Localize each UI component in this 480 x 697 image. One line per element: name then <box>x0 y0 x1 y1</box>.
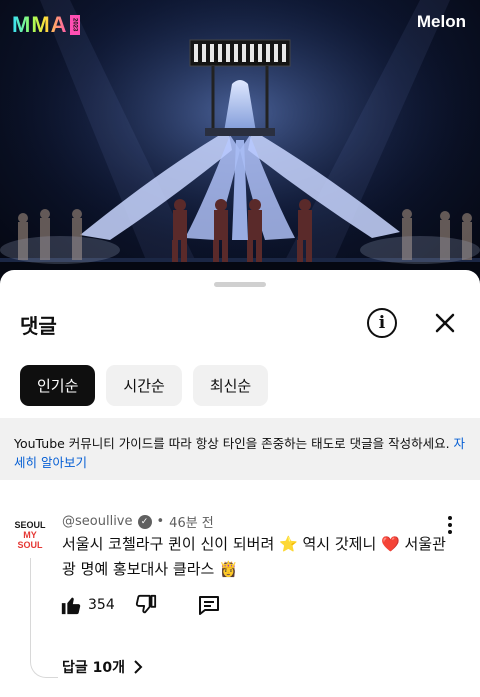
comment-meta: @seoullive ✓ • 46분 전 <box>62 512 214 531</box>
like-count: 354 <box>88 597 115 613</box>
info-icon[interactable]: i <box>367 308 397 338</box>
reply-button[interactable] <box>197 594 221 616</box>
mma-logo: MMA 2023 <box>12 12 80 38</box>
comments-sheet: 댓글 i 인기순 시간순 최신순 YouTube 커뮤니티 가이드를 따라 항상… <box>0 270 480 697</box>
drag-handle[interactable] <box>214 282 266 287</box>
chip-time[interactable]: 시간순 <box>106 365 182 406</box>
mma-logo-text: MMA <box>12 12 68 37</box>
video-player[interactable]: MMA 2023 Melon <box>0 0 480 285</box>
comment-author[interactable]: @seoullive <box>62 514 133 529</box>
thumbs-up-icon <box>61 597 81 615</box>
thread-line <box>30 558 58 678</box>
avatar-line-1: SEOUL <box>14 520 46 530</box>
melon-logo: Melon <box>416 12 466 31</box>
dislike-button[interactable] <box>135 594 157 616</box>
comment-item: SEOUL MY SOUL @seoullive ✓ • 46분 전 서울시 코… <box>0 500 480 697</box>
chevron-right-icon <box>134 660 143 674</box>
community-guide-notice: YouTube 커뮤니티 가이드를 따라 항상 타인을 존중하는 태도로 댓글을… <box>0 418 480 480</box>
sort-chips: 인기순 시간순 최신순 <box>20 365 269 406</box>
avatar[interactable]: SEOUL MY SOUL <box>14 514 46 550</box>
reply-icon <box>198 596 219 615</box>
notice-text: YouTube 커뮤니티 가이드를 따라 항상 타인을 존중하는 태도로 댓글을… <box>14 436 454 451</box>
replies-label: 답글 10개 <box>62 660 125 676</box>
stage-scene <box>0 0 480 285</box>
replies-toggle[interactable]: 답글 10개 <box>62 657 143 677</box>
thumbs-down-icon <box>135 594 156 614</box>
close-glyph <box>435 313 455 333</box>
comment-text: 서울시 코첼라구 퀸이 신이 되버려 ⭐ 역시 갓제니 ❤️ 서울관광 명예 홍… <box>62 535 446 578</box>
verified-icon: ✓ <box>137 514 152 529</box>
comment-actions: 354 <box>60 594 221 616</box>
close-icon[interactable] <box>430 308 460 338</box>
chip-popular[interactable]: 인기순 <box>20 365 96 406</box>
meta-separator: • <box>156 514 165 529</box>
chip-newest[interactable]: 최신순 <box>192 365 269 406</box>
like-button[interactable]: 354 <box>60 594 115 616</box>
mma-logo-year: 2023 <box>69 15 80 35</box>
avatar-line-2: MY SOUL <box>17 530 43 550</box>
sheet-title: 댓글 <box>20 314 57 338</box>
comment-time: 46분 전 <box>169 516 214 531</box>
